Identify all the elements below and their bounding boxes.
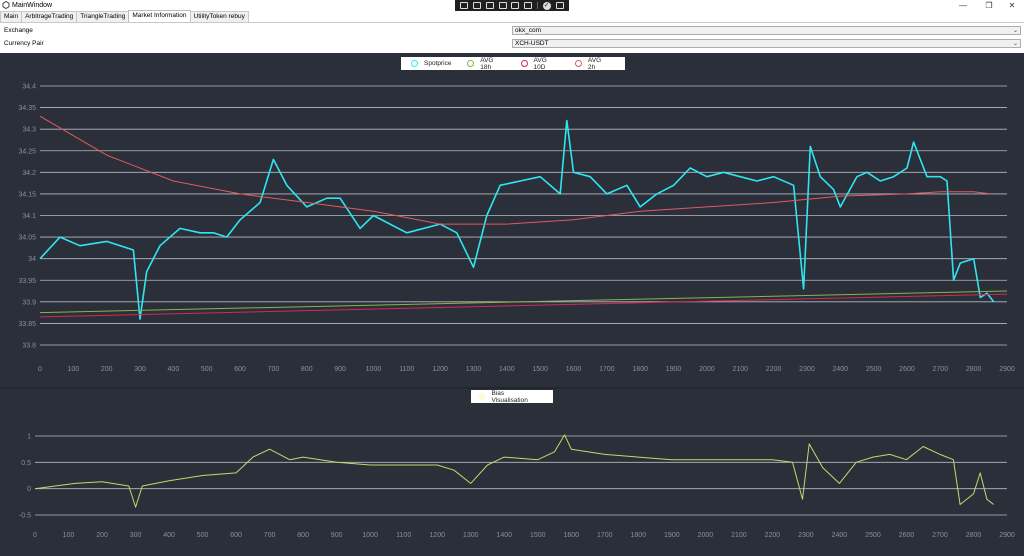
y-tick-label: 0 — [27, 486, 31, 493]
x-tick-label: 2700 — [933, 366, 949, 373]
y-tick-label: 34.35 — [18, 105, 36, 112]
y-tick-label: 34.05 — [18, 235, 36, 242]
y-tick-label: 33.8 — [22, 343, 36, 350]
series-line-bias-visualisation — [34, 434, 994, 508]
y-tick-label: 34.3 — [22, 127, 36, 134]
x-tick-label: 1000 — [362, 532, 378, 539]
y-tick-label: 34.1 — [22, 213, 36, 220]
x-tick-label: 500 — [197, 532, 209, 539]
x-tick-label: 1800 — [632, 366, 648, 373]
x-tick-label: 900 — [334, 366, 346, 373]
y-tick-label: 33.95 — [18, 278, 36, 285]
x-tick-label: 100 — [68, 366, 80, 373]
y-tick-label: 34.2 — [22, 170, 36, 177]
x-tick-label: 1300 — [463, 532, 479, 539]
x-tick-label: 500 — [201, 366, 213, 373]
x-tick-label: 1500 — [530, 532, 546, 539]
y-tick-label: 34.15 — [18, 191, 36, 198]
x-tick-label: 2700 — [932, 532, 948, 539]
x-tick-label: 200 — [101, 366, 113, 373]
x-tick-label: 0 — [38, 366, 42, 373]
x-tick-label: 300 — [134, 366, 146, 373]
x-tick-label: 2500 — [866, 366, 882, 373]
x-tick-label: 2100 — [731, 532, 747, 539]
bias-chart: 1 0.5 0 -0.5 0 100 200 300 400 500 600 700 800 900 100… — [19, 434, 1015, 540]
y-tick-label: 34.25 — [18, 148, 36, 155]
x-tick-label: 2200 — [765, 532, 781, 539]
x-tick-label: 2900 — [999, 366, 1015, 373]
x-tick-label: 1400 — [496, 532, 512, 539]
x-tick-label: 2400 — [832, 532, 848, 539]
series-line-avg-2h — [39, 115, 991, 225]
x-tick-label: 1000 — [366, 366, 382, 373]
x-tick-label: 2400 — [832, 366, 848, 373]
x-tick-label: 600 — [234, 366, 246, 373]
x-tick-label: 1200 — [432, 366, 448, 373]
x-tick-label: 1600 — [563, 532, 579, 539]
x-tick-label: 200 — [96, 532, 108, 539]
x-tick-label: 1100 — [396, 532, 411, 539]
x-tick-label: 800 — [297, 532, 309, 539]
x-tick-label: 700 — [268, 366, 280, 373]
x-tick-label: 2100 — [732, 366, 748, 373]
charts-canvas: 34.4 34.35 34.3 34.25 34.2 34.15 34.1 34.05 34 33… — [0, 84, 1024, 540]
x-tick-label: 2300 — [799, 366, 815, 373]
x-tick-label: 900 — [331, 532, 343, 539]
x-tick-label: 2000 — [699, 366, 715, 373]
x-tick-label: 0 — [33, 532, 37, 539]
x-tick-label: 400 — [168, 366, 180, 373]
x-tick-label: 2800 — [966, 532, 982, 539]
x-tick-label: 1200 — [429, 532, 445, 539]
x-tick-label: 2500 — [865, 532, 881, 539]
x-tick-label: 100 — [63, 532, 75, 539]
y-tick-label: -0.5 — [19, 513, 31, 520]
x-tick-label: 1700 — [599, 366, 615, 373]
x-tick-label: 1800 — [631, 532, 647, 539]
series-line-spotprice — [39, 119, 995, 320]
x-tick-label: 2300 — [798, 532, 814, 539]
x-tick-label: 1500 — [532, 366, 548, 373]
x-tick-label: 1600 — [566, 366, 582, 373]
x-tick-label: 300 — [130, 532, 142, 539]
x-tick-label: 2600 — [899, 366, 915, 373]
x-tick-label: 400 — [163, 532, 175, 539]
x-tick-label: 1700 — [597, 532, 613, 539]
x-tick-label: 700 — [264, 532, 276, 539]
y-tick-label: 34 — [28, 256, 36, 263]
x-tick-label: 2000 — [698, 532, 714, 539]
y-tick-label: 0.5 — [21, 460, 31, 467]
x-tick-label: 1300 — [466, 366, 482, 373]
y-tick-label: 1 — [27, 434, 31, 441]
x-tick-label: 800 — [301, 366, 313, 373]
y-tick-label: 33.85 — [18, 321, 36, 328]
price-chart: 34.4 34.35 34.3 34.25 34.2 34.15 34.1 34.05 34 33… — [18, 84, 1014, 374]
y-tick-label: 34.4 — [22, 84, 36, 91]
x-tick-label: 2900 — [999, 532, 1015, 539]
x-tick-label: 600 — [230, 532, 242, 539]
x-tick-label: 1900 — [664, 532, 680, 539]
x-tick-label: 2800 — [966, 366, 982, 373]
y-tick-label: 33.9 — [22, 299, 36, 306]
x-tick-label: 1900 — [666, 366, 682, 373]
x-tick-label: 2200 — [766, 366, 782, 373]
x-tick-label: 2600 — [899, 532, 915, 539]
x-tick-label: 1100 — [399, 366, 414, 373]
x-tick-label: 1400 — [499, 366, 515, 373]
series-line-avg-10d — [39, 293, 1008, 318]
